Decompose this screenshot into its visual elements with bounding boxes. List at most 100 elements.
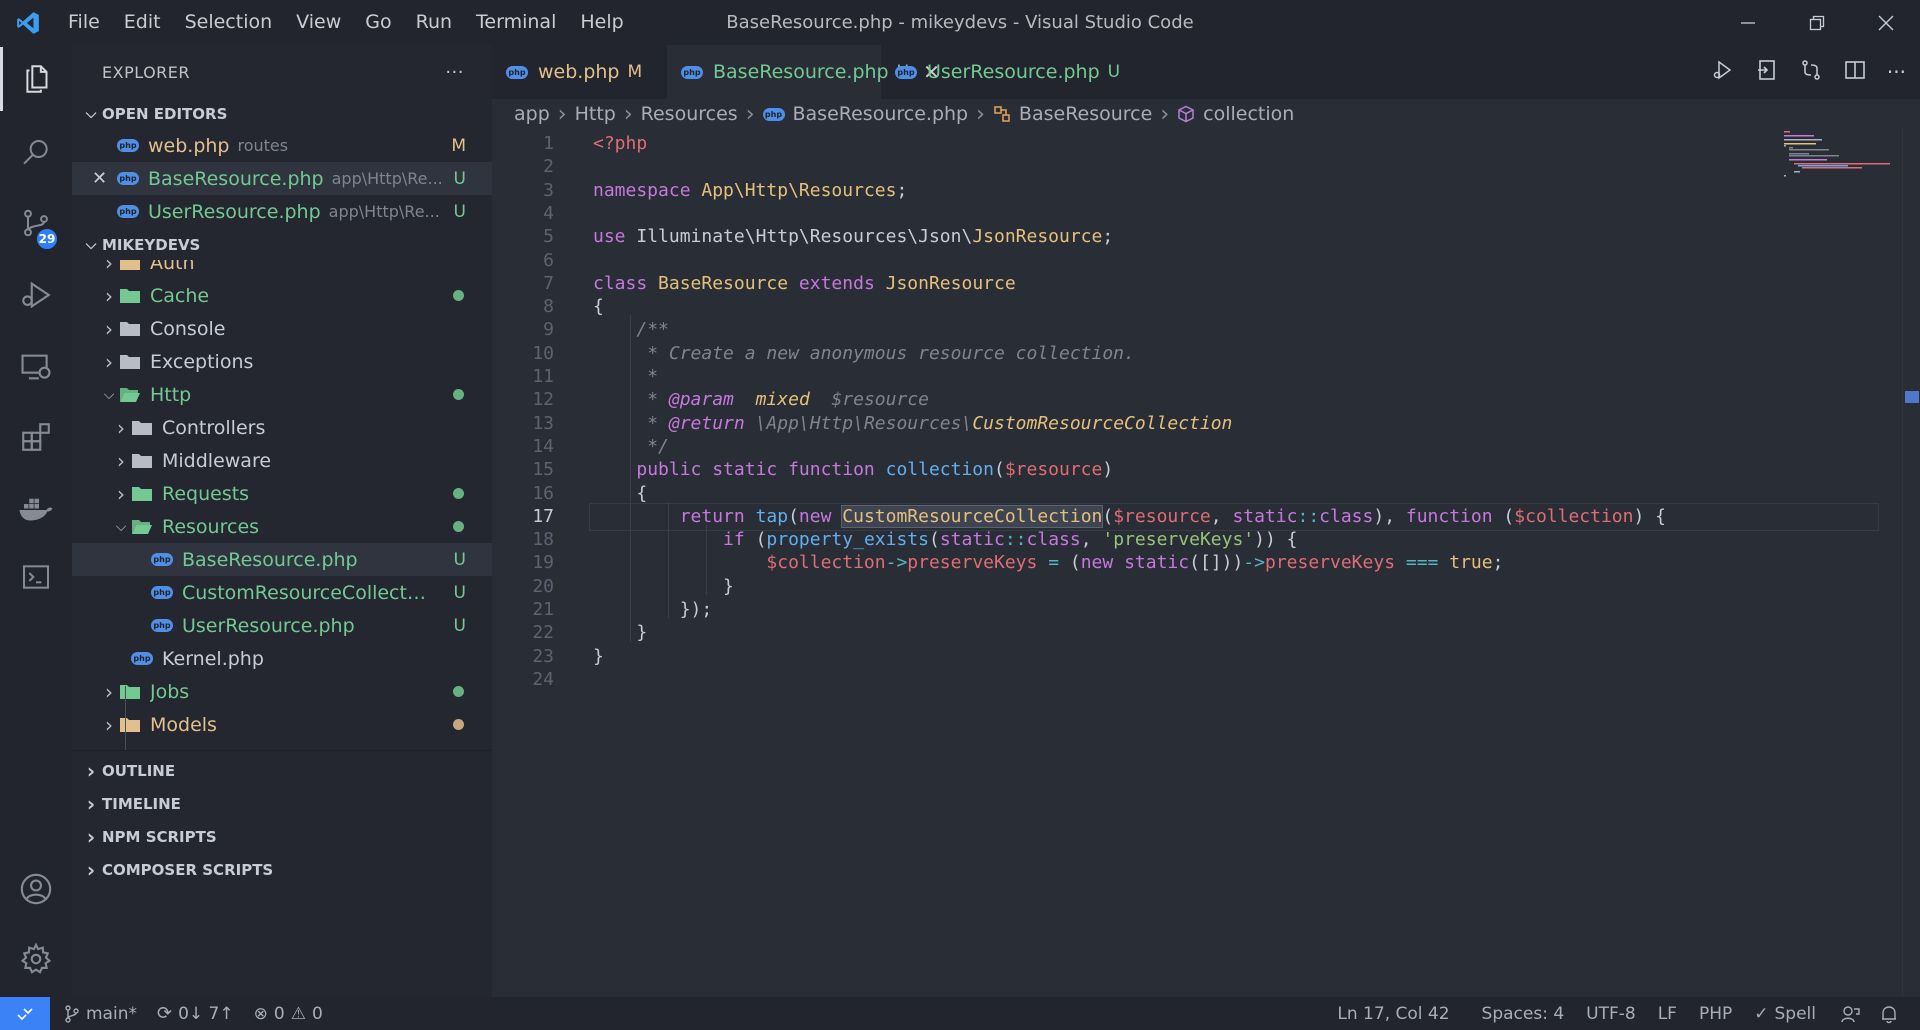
cursor-position-button[interactable]: Ln 17, Col 42 [1327, 997, 1471, 1030]
open-editor-path: routes [237, 136, 289, 155]
php-file-icon: php [762, 107, 785, 121]
breadcrumb-item[interactable]: Resources [641, 103, 738, 125]
indentation-button[interactable]: Spaces: 4 [1472, 997, 1577, 1030]
file-item[interactable]: php Kernel.php [72, 642, 492, 675]
breadcrumb-label: collection [1203, 103, 1295, 125]
code-token: JsonResource [972, 226, 1103, 248]
folder-item[interactable]: ⌵ Http [72, 378, 492, 411]
folder-item[interactable]: › Requests [72, 477, 492, 510]
tab-userresource-php[interactable]: php UserResource.php U [881, 45, 1120, 99]
menu-view[interactable]: View [284, 0, 353, 45]
breadcrumb-item[interactable]: app [514, 103, 550, 125]
breadcrumb-item[interactable]: php BaseResource.php [762, 103, 968, 125]
eol-button[interactable]: LF [1648, 997, 1689, 1030]
explorer-more-actions-button[interactable]: ··· [445, 62, 464, 83]
folder-item[interactable]: › Notifications [72, 741, 492, 751]
minimize-button[interactable] [1713, 0, 1782, 45]
account-icon[interactable] [0, 857, 72, 921]
section-label: TIMELINE [102, 794, 181, 813]
folder-item[interactable]: › Console [72, 312, 492, 345]
menu-file[interactable]: File [56, 0, 112, 45]
problems-status-button[interactable]: ⊗ 0 ⚠ 0 [244, 997, 333, 1030]
file-item[interactable]: php BaseResource.php U [72, 543, 492, 576]
minimap[interactable] [1780, 129, 1900, 997]
section-timeline[interactable]: › TIMELINE [72, 787, 492, 820]
section-outline[interactable]: › OUTLINE [72, 754, 492, 787]
code-token: } [593, 622, 648, 644]
open-editor-item[interactable]: php UserResource.php app\Http\Re... U [72, 195, 492, 228]
run-php-icon[interactable] [1711, 58, 1735, 86]
source-control-icon[interactable]: 29 [0, 191, 72, 255]
vertical-scrollbar[interactable] [1902, 129, 1920, 997]
manage-gear-icon[interactable] [0, 927, 72, 991]
close-window-button[interactable] [1851, 0, 1920, 45]
section-npm-scripts[interactable]: › NPM SCRIPTS [72, 820, 492, 853]
code-line: class BaseResource extends JsonResource [593, 270, 1016, 298]
sync-status-button[interactable]: ⟳ 0↓ 7↑ [147, 997, 244, 1030]
tree-item-label: Cache [150, 284, 210, 307]
restore-button[interactable] [1782, 0, 1851, 45]
open-preview-icon[interactable] [1755, 58, 1779, 86]
breadcrumb-label: app [514, 103, 550, 125]
folder-item[interactable]: › Auth [72, 260, 492, 279]
docker-icon[interactable] [0, 475, 72, 539]
breadcrumb-item[interactable]: collection [1177, 103, 1294, 125]
tab-web-php[interactable]: php web.php M [492, 45, 667, 99]
warning-count: 0 [311, 1003, 323, 1024]
more-actions-icon[interactable]: ··· [1887, 60, 1906, 84]
chevron-down-icon: ⌵ [85, 106, 97, 122]
extensions-icon[interactable] [0, 405, 72, 469]
menu-selection[interactable]: Selection [173, 0, 285, 45]
remote-indicator-button[interactable] [0, 997, 50, 1030]
folder-item[interactable]: › Exceptions [72, 345, 492, 378]
notifications-bell-icon[interactable] [1874, 997, 1920, 1030]
code-token: true [1449, 552, 1493, 574]
folder-item[interactable]: ⌵ Resources [72, 510, 492, 543]
tab-baseresource-php[interactable]: phpBaseResource.phpU✕ [667, 45, 940, 99]
tree-item-label: CustomResourceCollection.... [182, 581, 427, 604]
menu-run[interactable]: Run [404, 0, 464, 45]
terminal-panel-icon[interactable] [0, 545, 72, 609]
tree-item-label: Models [150, 713, 217, 736]
search-icon[interactable] [0, 121, 72, 185]
chevron-right-icon: › [117, 481, 125, 506]
scm-count-badge: 29 [35, 227, 59, 251]
breadcrumb-item[interactable]: BaseResource [993, 103, 1152, 125]
language-mode-button[interactable]: PHP [1689, 997, 1744, 1030]
workspace-folder-header[interactable]: ⌵ MIKEYDEVS [72, 230, 492, 260]
feedback-icon[interactable] [1826, 997, 1874, 1030]
code-token: ; [1102, 226, 1114, 248]
split-editor-icon[interactable] [1843, 58, 1867, 86]
folder-item[interactable]: › Middleware [72, 444, 492, 477]
editor-tabs: phpweb.phpMphpBaseResource.phpU✕phpUserR… [492, 45, 1920, 99]
folder-item[interactable]: › Models [72, 708, 492, 741]
tree-item-label: BaseResource.php [182, 548, 358, 571]
php-file-icon: php [117, 172, 139, 185]
menu-help[interactable]: Help [568, 0, 635, 45]
breadcrumb-item[interactable]: Http [575, 103, 616, 125]
folder-item[interactable]: › Cache [72, 279, 492, 312]
file-item[interactable]: php UserResource.php U [72, 609, 492, 642]
folder-item[interactable]: › Controllers [72, 411, 492, 444]
menu-edit[interactable]: Edit [112, 0, 173, 45]
close-editor-icon[interactable]: ✕ [92, 168, 116, 189]
sync-counts: 0↓ 7↑ [178, 1003, 234, 1024]
menu-terminal[interactable]: Terminal [464, 0, 568, 45]
branch-status-button[interactable]: main* [54, 997, 147, 1030]
compare-changes-icon[interactable] [1799, 58, 1823, 86]
open-editor-item[interactable]: ✕ php BaseResource.php app\Http\Re... U [72, 162, 492, 195]
file-item[interactable]: php CustomResourceCollection.... U [72, 576, 492, 609]
run-debug-icon[interactable] [0, 263, 72, 327]
remote-explorer-icon[interactable] [0, 335, 72, 399]
explorer-icon[interactable] [0, 47, 72, 111]
open-editor-item[interactable]: php web.php routes M [72, 129, 492, 162]
menu-go[interactable]: Go [353, 0, 403, 45]
spell-check-button[interactable]: ✓ Spell [1744, 997, 1826, 1030]
open-editors-header[interactable]: ⌵ OPEN EDITORS [72, 99, 492, 129]
section-composer-scripts[interactable]: › COMPOSER SCRIPTS [72, 853, 492, 886]
code-editor[interactable]: 1 <?php 2 3 namespace App\Http\Resources; 4 5 u… [492, 129, 1920, 997]
folder-item[interactable]: › Jobs [72, 675, 492, 708]
encoding-button[interactable]: UTF-8 [1576, 997, 1648, 1030]
tree-item-label: Notifications [150, 747, 269, 751]
code-token: , [1210, 505, 1233, 527]
